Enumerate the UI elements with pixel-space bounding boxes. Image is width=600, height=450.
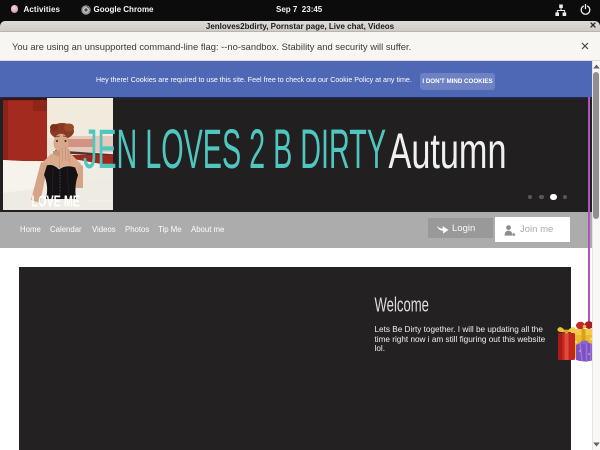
svg-text:Welcome: Welcome	[375, 294, 430, 317]
svg-text:JEN LOVES 2 B DIRTY: JEN LOVES 2 B DIRTY	[83, 117, 386, 180]
svg-text:Autumn: Autumn	[389, 123, 507, 179]
